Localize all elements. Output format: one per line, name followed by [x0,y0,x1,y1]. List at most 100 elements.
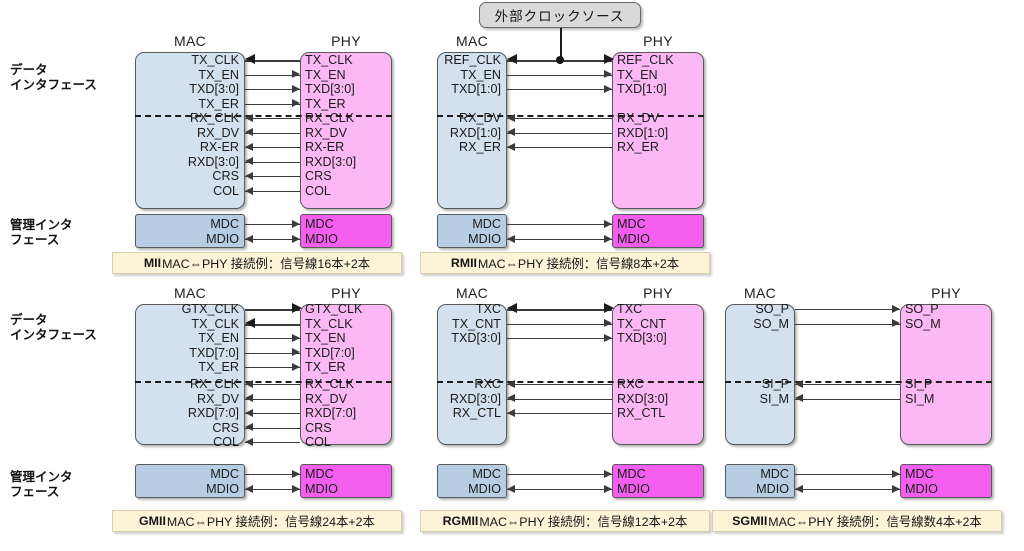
signal-label-phy: TXD[1:0] [617,82,667,97]
signal-label-phy: TX_ER [305,96,346,111]
caption-detail: MAC⇔PHY 接続例：信号線16本+2本 [162,257,371,271]
signal-label-phy: RXD[1:0] [617,125,669,140]
arrowhead-left [795,379,803,388]
signal-label-phy: RX_CLK [305,377,354,391]
signal-wire [245,118,300,119]
signal-wire [245,176,300,178]
panel-header-mac: MAC [455,33,488,49]
arrowhead-right [604,234,612,243]
arrowhead-right [604,219,612,228]
signal-label-phy: RX-ER [305,140,345,155]
arrowhead-left [795,394,803,403]
signal-label-phy: RXC [617,377,644,391]
side-label-mgmt-interface: 管理インタ フェース [10,470,73,499]
caption-standard-name: GMII [139,514,166,528]
arrowhead-right [892,469,900,478]
signal-label-phy: TX_EN [305,331,346,346]
arrowhead-right [604,333,612,342]
arrowhead-left [245,318,255,328]
signal-wire [245,398,300,400]
signal-label-phy: RX_ER [617,140,659,155]
signal-label-mac: TX_EN [460,67,501,82]
signal-label-mac: RX_CLK [190,377,239,391]
caption-standard-name: SGMII [732,514,768,528]
caption-standard-name: RMII [450,256,477,270]
signal-wire [507,118,612,119]
signal-label-phy: RXD[7:0] [305,406,357,421]
mgmt-signal-label-mac: MDC [472,467,501,481]
side-label-data-interface: データ インタフェース [10,63,97,92]
mgmt-signal-label-mac: MDIO [756,482,789,496]
signal-wire [507,224,612,225]
arrowhead-right [892,304,900,313]
arrowhead-right [892,319,900,328]
arrowhead-left [245,484,253,493]
panel-header-phy: PHY [643,285,673,301]
arrowhead-left [507,54,517,65]
signal-label-mac: RX_DV [459,111,501,125]
arrowhead-right [292,303,302,314]
panel-caption: GMII MAC⇔PHY 接続例：信号線24本+2本 [112,510,402,532]
mgmt-signal-label-mac: MDIO [468,232,501,246]
side-label-data-interface: データ インタフェース [10,313,97,342]
arrowhead-left [245,157,253,166]
signal-label-phy: TX_CNT [617,316,666,331]
panel-header-phy: PHY [331,33,361,49]
signal-label-mac: TX_EN [198,331,239,346]
signal-wire [507,413,612,415]
signal-label-mac: RX_DV [197,125,239,140]
signal-wire [795,398,900,400]
arrowhead-right [292,469,300,478]
mgmt-signal-label-phy: MDIO [305,482,338,496]
arrowhead-left [245,142,253,151]
caption-detail: MAC⇔PHY 接続例：信号線数4本+2本 [768,515,982,529]
signal-label-mac: RX_DV [197,391,239,406]
signal-wire [507,132,612,134]
arrowhead-left [507,484,515,493]
signal-label-mac: TX_CLK [191,316,239,331]
arrowhead-left [507,234,515,243]
arrowhead-left [245,408,253,417]
signal-label-mac: COL [213,435,239,450]
panel-header-mac: MAC [455,285,488,301]
arrowhead-left [507,113,515,122]
panel-caption: MII MAC⇔PHY 接続例：信号線16本+2本 [112,252,402,274]
panel-header-phy: PHY [643,33,673,49]
signal-label-mac: CRS [212,169,239,184]
signal-label-mac: GTX_CLK [181,302,239,316]
arrowhead-right [292,84,300,93]
arrowhead-right [292,333,300,342]
signal-label-mac: SI_M [759,391,789,406]
arrowhead-left [507,142,515,151]
arrowhead-left [245,113,253,122]
mgmt-signal-label-mac: MDC [210,217,239,231]
arrowhead-right [604,54,614,65]
mgmt-signal-label-phy: MDIO [905,482,938,496]
signal-label-mac: TX_ER [198,360,239,375]
caption-detail: MAC⇔PHY 接続例：信号線24本+2本 [166,515,375,529]
arrowhead-right [604,484,612,493]
signal-wire [507,489,612,490]
arrowhead-left [507,408,515,417]
arrowhead-right [604,319,612,328]
mgmt-signal-label-phy: MDC [617,467,646,481]
signal-wire [795,474,900,475]
signal-label-phy: RXD[3:0] [305,154,357,169]
signal-label-phy: TX_EN [305,67,346,82]
panel-header-mac: MAC [173,285,206,301]
signal-label-phy: CRS [305,169,332,184]
diagram-canvas: MAC PHY TX_CLK TX_CLK TX_EN TX_EN TXD[3:0] TXD[… [0,0,1024,551]
signal-label-phy: RX_DV [617,111,659,125]
signal-label-phy: TXD[3:0] [617,331,667,346]
signal-label-mac: SI_P [761,377,789,391]
caption-standard-name: MII [143,256,162,270]
signal-label-mac: RXD[1:0] [449,125,501,140]
signal-wire [245,147,300,149]
caption-standard-name: RGMII [442,514,479,528]
mgmt-signal-label-phy: MDC [305,217,334,231]
signal-label-mac: RX-ER [199,140,239,155]
arrowhead-right [604,469,612,478]
signal-label-mac: TX_CLK [191,53,239,67]
signal-label-phy: RX_DV [305,391,347,406]
signal-label-mac: RXD[3:0] [449,391,501,406]
